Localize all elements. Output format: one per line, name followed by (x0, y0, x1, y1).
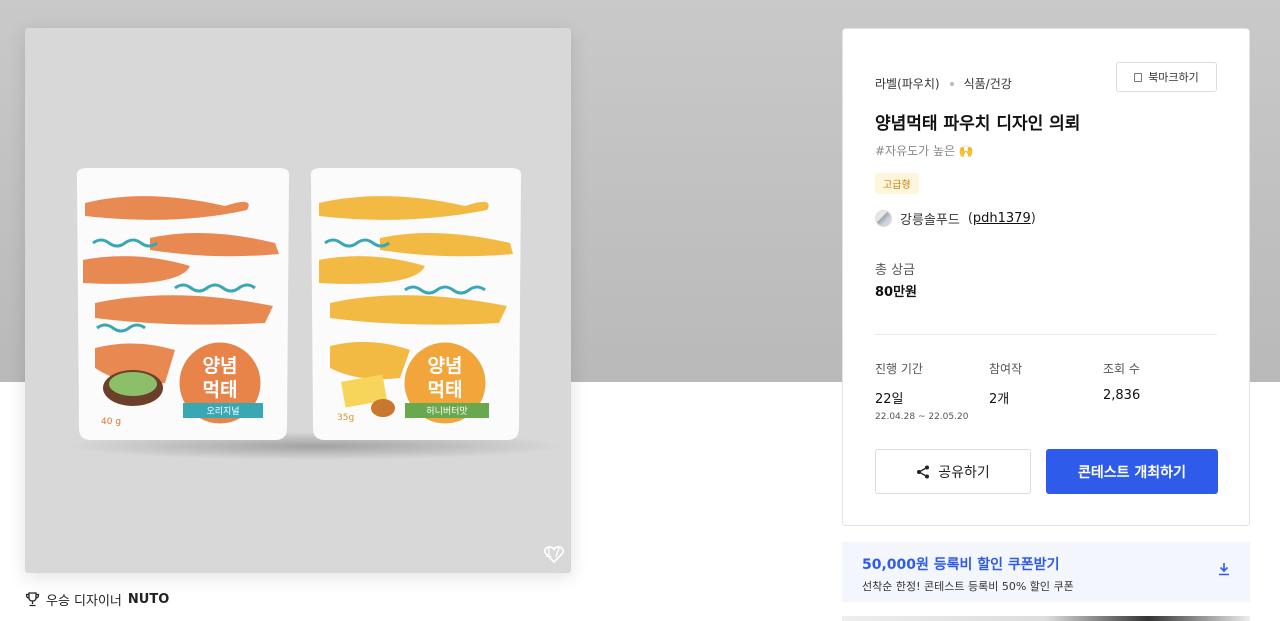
prize-value: 80만원 (875, 285, 918, 300)
winner-name[interactable]: NUTO (128, 592, 169, 607)
host-contest-button[interactable]: 콘테스트 개최하기 (1046, 449, 1218, 494)
left-weight: 40 g (101, 417, 121, 427)
stat-views: 조회 수 2,836 (1103, 360, 1140, 403)
subcategory[interactable]: 식품/건강 (964, 75, 1012, 92)
bookmark-label: 북마크하기 (1148, 71, 1199, 84)
bookmark-button[interactable]: 북마크하기 (1116, 62, 1217, 92)
like-button[interactable]: 17 (544, 546, 565, 563)
client-id[interactable]: pdh1379 (973, 211, 1031, 226)
pouch-honey-butter: 양념 먹태 허니버터맛 35g (310, 168, 522, 440)
share-icon (917, 465, 930, 478)
stat-value: 2개 (989, 392, 1010, 407)
left-brand-line2: 먹태 (203, 379, 238, 401)
heart-icon (544, 546, 565, 563)
product-image[interactable]: 양념 먹태 오리지널 40 g 양념 먹태 허니버터맛 35g 17 (25, 28, 571, 573)
left-flavor: 오리지널 (206, 406, 239, 417)
stat-duration: 진행 기간 22일 22.04.28 ~ 22.05.20 (875, 360, 968, 422)
trophy-icon (25, 592, 40, 607)
share-button[interactable]: 공유하기 (875, 449, 1031, 494)
page-title: 양념먹태 파우치 디자인 의뢰 (875, 114, 1081, 134)
stat-label: 조회 수 (1103, 362, 1140, 376)
stat-label: 참여작 (989, 362, 1023, 376)
stat-entries: 참여작 2개 (989, 360, 1022, 407)
right-brand-line1: 양념 (428, 355, 463, 377)
stat-value: 22일 (875, 392, 904, 407)
hashtag: #자유도가 높은 🙌 (875, 144, 974, 158)
stat-label: 진행 기간 (875, 362, 923, 376)
right-weight: 35g (337, 413, 354, 423)
client-info[interactable]: 강릉솔푸드 (pdh1379) (875, 209, 1036, 228)
next-banner-edge (842, 616, 1250, 621)
coupon-banner[interactable]: 50,000원 등록비 할인 쿠폰받기 선착순 한정! 콘테스트 등록비 50%… (842, 542, 1250, 602)
pouch-original: 양념 먹태 오리지널 40 g (76, 168, 290, 440)
right-brand-line2: 먹태 (428, 379, 463, 401)
coupon-subtitle: 선착순 한정! 콘테스트 등록비 50% 할인 쿠폰 (862, 580, 1074, 593)
category[interactable]: 라벨(파우치) (875, 75, 940, 92)
coupon-title: 50,000원 등록비 할인 쿠폰받기 (862, 557, 1060, 573)
left-brand-line1: 양념 (203, 355, 238, 377)
contest-detail-panel: 라벨(파우치) 식품/건강 북마크하기 양념먹태 파우치 디자인 의뢰 #자유도… (842, 28, 1250, 526)
winner-prefix: 우승 디자이너 (46, 594, 122, 609)
grade-badge: 고급형 (875, 173, 919, 194)
pouch-illustration: 양념 먹태 오리지널 40 g 양념 먹태 허니버터맛 35g (65, 168, 565, 460)
separator-dot (949, 81, 954, 86)
avatar (875, 210, 892, 227)
stat-value: 2,836 (1103, 388, 1141, 403)
breadcrumb: 라벨(파우치) 식품/건강 (875, 75, 1012, 92)
winner-designer: 우승 디자이너 NUTO (25, 590, 169, 609)
share-label: 공유하기 (938, 464, 990, 481)
stat-period: 22.04.28 ~ 22.05.20 (875, 412, 969, 422)
divider (875, 334, 1217, 335)
right-flavor: 허니버터맛 (426, 406, 467, 417)
prize-label: 총 상금 (875, 263, 916, 278)
bookmark-icon (1134, 72, 1143, 82)
client-name: 강릉솔푸드 (900, 213, 960, 228)
download-icon[interactable] (1218, 562, 1230, 576)
